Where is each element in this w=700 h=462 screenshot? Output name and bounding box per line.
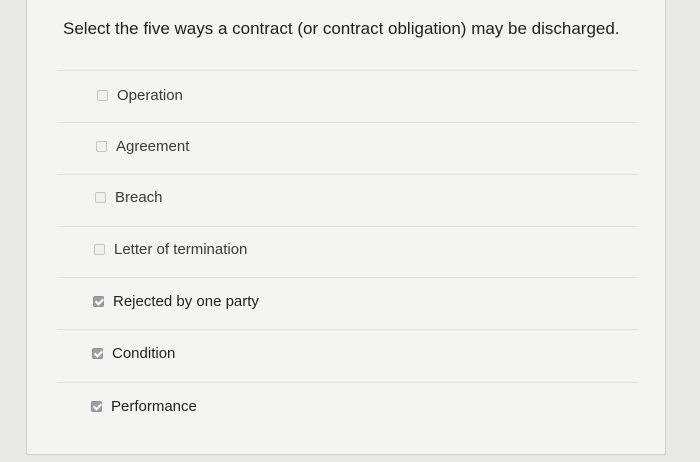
option-label: Performance (111, 398, 197, 415)
option-label: Breach (115, 189, 163, 206)
option-condition[interactable]: Condition (92, 345, 175, 362)
divider (57, 174, 637, 175)
checkbox-breach[interactable] (95, 192, 106, 203)
option-rejected-by-one-party[interactable]: Rejected by one party (93, 293, 259, 310)
checkbox-rejected-by-one-party[interactable] (93, 296, 105, 307)
checkbox-performance[interactable] (91, 401, 103, 412)
option-agreement[interactable]: Agreement (96, 138, 189, 155)
option-label: Rejected by one party (113, 293, 259, 310)
option-label: Operation (117, 87, 183, 104)
divider (57, 122, 637, 123)
divider (57, 382, 637, 383)
option-label: Letter of termination (114, 241, 248, 258)
option-label: Condition (112, 345, 176, 362)
divider (57, 277, 637, 278)
option-performance[interactable]: Performance (91, 398, 197, 415)
option-breach[interactable]: Breach (95, 189, 163, 206)
option-operation[interactable]: Operation (97, 87, 183, 104)
checkbox-condition[interactable] (92, 348, 104, 359)
checkmark-icon (92, 401, 103, 411)
checkbox-letter-of-termination[interactable] (94, 244, 105, 255)
checkbox-agreement[interactable] (96, 141, 107, 152)
option-label: Agreement (116, 138, 190, 155)
question-text: Select the five ways a contract (or cont… (63, 19, 620, 38)
checkbox-operation[interactable] (97, 90, 108, 101)
divider (57, 329, 637, 330)
checkmark-icon (93, 348, 104, 358)
question-card: Select the five ways a contract (or cont… (26, 0, 666, 455)
divider (57, 70, 637, 71)
checkmark-icon (94, 296, 105, 306)
divider (57, 226, 637, 227)
option-letter-of-termination[interactable]: Letter of termination (94, 241, 247, 258)
